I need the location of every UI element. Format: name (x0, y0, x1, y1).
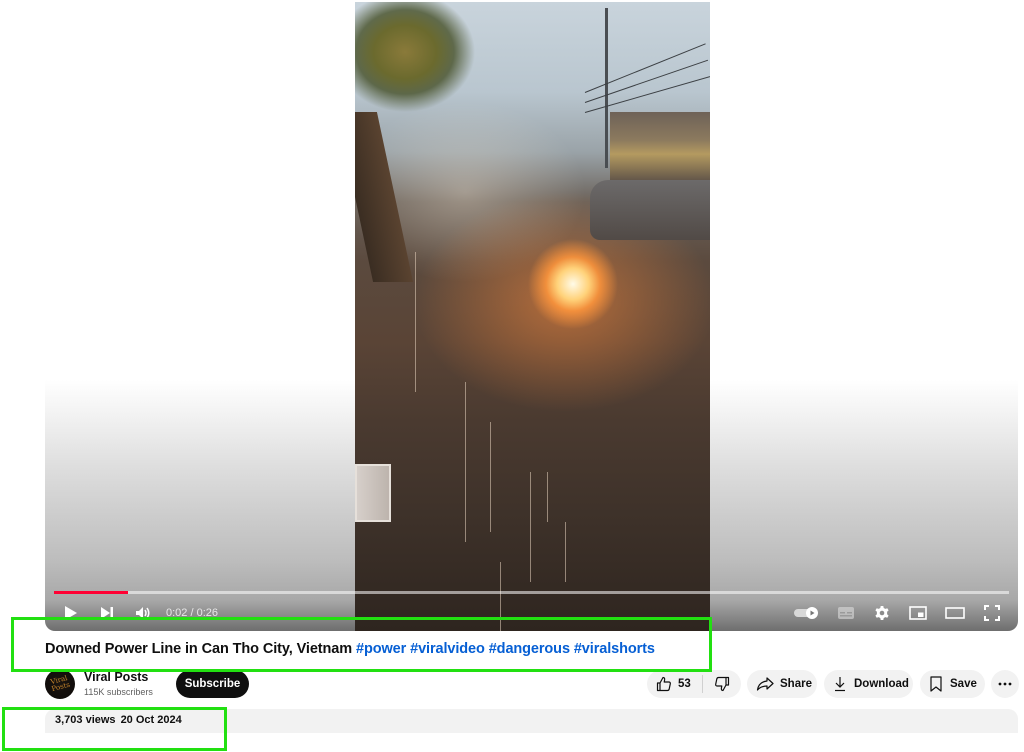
description-meta: 3,703 views 20 Oct 2024 (55, 714, 182, 726)
subscriber-count: 115K subscribers (84, 687, 153, 697)
miniplayer-button[interactable] (907, 601, 929, 625)
video-scene-car (590, 180, 710, 240)
fullscreen-icon (984, 605, 1000, 621)
channel-name[interactable]: Viral Posts (84, 670, 148, 684)
share-icon (756, 677, 774, 691)
video-scene-crate (355, 464, 391, 522)
hashtag-link[interactable]: #viralshorts (574, 641, 655, 657)
channel-avatar-logo: Viral Posts (49, 674, 71, 694)
player-controls: 0:02 / 0:26 (45, 595, 1018, 631)
gear-icon (875, 606, 889, 620)
thumbs-down-icon (715, 676, 730, 692)
subtitles-button[interactable] (835, 601, 857, 625)
like-count: 53 (678, 678, 691, 690)
autoplay-toggle[interactable] (793, 601, 821, 625)
video-player[interactable]: 0:02 / 0:26 (45, 0, 1018, 631)
progress-bar-fill (54, 591, 128, 594)
subtitles-icon (838, 607, 854, 619)
upload-date: 20 Oct 2024 (120, 714, 182, 726)
hashtag-link[interactable]: #dangerous (489, 641, 570, 657)
video-scene-lamp-pole (605, 8, 608, 168)
dislike-button[interactable] (703, 670, 741, 698)
video-title-text: Downed Power Line in Can Tho City, Vietn… (45, 641, 353, 657)
bookmark-icon (930, 676, 942, 692)
settings-button[interactable] (871, 601, 893, 625)
more-actions-button[interactable] (991, 670, 1019, 698)
subscribe-button[interactable]: Subscribe (176, 670, 249, 698)
video-scene-rain (490, 422, 491, 532)
next-button[interactable] (97, 601, 117, 625)
volume-icon (136, 607, 150, 619)
download-button[interactable]: Download (824, 670, 913, 698)
progress-bar[interactable] (54, 591, 1009, 594)
video-frame[interactable] (355, 2, 710, 631)
like-dislike-group: 53 (647, 670, 741, 698)
play-button[interactable] (61, 601, 81, 625)
video-scene-rain (415, 252, 416, 392)
video-scene-rain (465, 382, 466, 542)
hashtag-link[interactable]: #power (356, 641, 406, 657)
time-display: 0:02 / 0:26 (166, 607, 218, 619)
download-icon (835, 677, 845, 692)
video-scene-rain (530, 472, 531, 582)
next-icon (101, 607, 113, 619)
theater-mode-icon (945, 607, 965, 619)
view-count: 3,703 views (55, 714, 116, 726)
video-scene-tree (355, 2, 485, 127)
thumbs-up-icon (656, 676, 671, 692)
video-scene-building (610, 112, 710, 182)
volume-button[interactable] (133, 601, 153, 625)
download-label: Download (854, 678, 909, 690)
save-label: Save (950, 678, 977, 690)
share-button[interactable]: Share (747, 670, 817, 698)
video-scene-trunk (355, 112, 414, 282)
video-scene-rain (565, 522, 566, 582)
miniplayer-icon (909, 606, 927, 620)
description-box[interactable]: 3,703 views 20 Oct 2024 (45, 709, 1018, 733)
fullscreen-button[interactable] (981, 601, 1003, 625)
video-scene-rain (547, 472, 548, 522)
play-icon (65, 606, 77, 620)
save-button[interactable]: Save (920, 670, 985, 698)
video-title: Downed Power Line in Can Tho City, Vietn… (45, 641, 655, 657)
hashtag-link[interactable]: #viralvideo (410, 641, 485, 657)
like-button[interactable]: 53 (647, 675, 703, 693)
channel-avatar[interactable]: Viral Posts (45, 669, 75, 699)
more-horizontal-icon (998, 682, 1012, 686)
autoplay-toggle-icon (794, 607, 818, 619)
share-label: Share (780, 678, 812, 690)
theater-mode-button[interactable] (943, 601, 967, 625)
video-scene-wire (584, 43, 706, 93)
